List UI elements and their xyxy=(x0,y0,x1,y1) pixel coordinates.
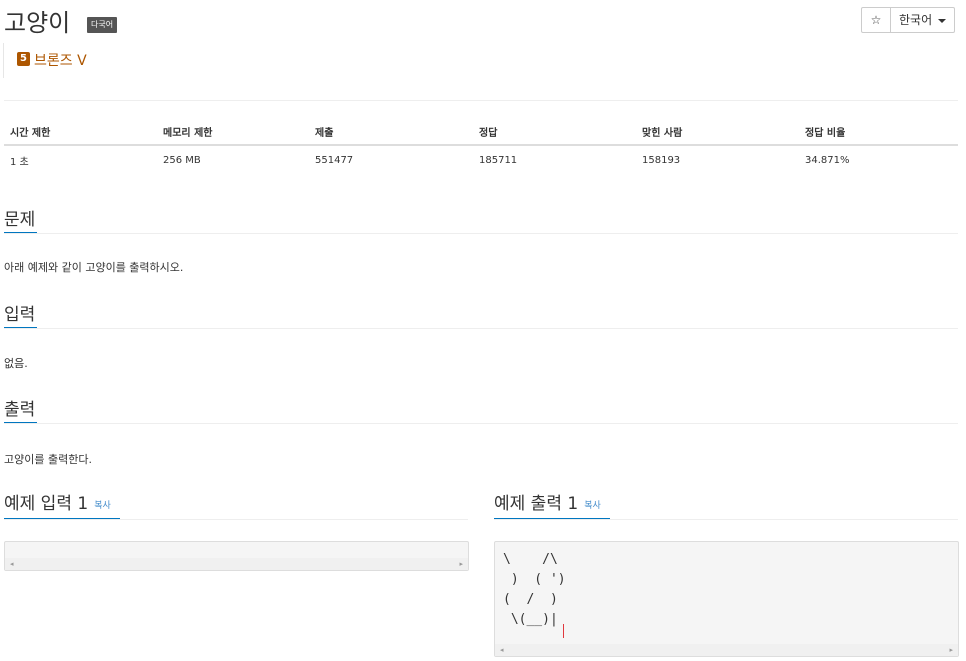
language-label: 한국어 xyxy=(899,13,933,27)
header-divider xyxy=(4,100,958,101)
stats-header-accepted: 정답 xyxy=(473,118,636,146)
sample-output-box[interactable]: \ /\ ) ( ') ( / ) \(__)| ◂ ▸ xyxy=(494,541,959,657)
toolbar-button-group: ☆ 한국어 xyxy=(861,7,956,33)
sample-output-scrollbar[interactable]: ◂ ▸ xyxy=(495,644,958,656)
sample-output-content: \ /\ ) ( ') ( / ) \(__)| xyxy=(503,552,566,627)
input-heading: 입력 xyxy=(4,305,36,325)
star-button[interactable]: ☆ xyxy=(861,7,891,33)
scroll-right-icon[interactable]: ▸ xyxy=(459,558,463,570)
language-dropdown[interactable]: 한국어 xyxy=(891,7,956,33)
text-cursor xyxy=(563,624,564,638)
stats-value-row: 1 초 256 MB 551477 185711 158193 34.871% xyxy=(4,145,958,174)
output-heading: 출력 xyxy=(4,400,36,420)
sample-input-box[interactable]: ◂ ▸ xyxy=(4,541,469,571)
sample-input-copy-button[interactable]: 복사 xyxy=(94,501,111,511)
stats-header-submissions: 제출 xyxy=(309,118,473,146)
tier-label[interactable]: 브론즈 V xyxy=(34,50,87,70)
sample-output-rule xyxy=(494,519,958,520)
bronze-tier-icon: 5 xyxy=(17,52,30,66)
sample-output-copy-button[interactable]: 복사 xyxy=(584,501,601,511)
input-text: 없음. xyxy=(4,357,28,370)
sample-input-header: 예제 입력 1 복사 xyxy=(4,489,111,514)
scroll-left-icon[interactable]: ◂ xyxy=(500,644,504,656)
sample-output-header: 예제 출력 1 복사 xyxy=(494,489,601,514)
sample-output-title: 예제 출력 1 xyxy=(494,494,579,514)
stats-header-memory-limit: 메모리 제한 xyxy=(157,118,309,146)
output-text: 고양이를 출력한다. xyxy=(4,453,92,466)
stats-accepted: 185711 xyxy=(479,154,518,166)
output-rule xyxy=(4,423,958,424)
tier-container xyxy=(3,43,4,78)
input-rule xyxy=(4,328,958,329)
stats-header-accept-rate: 정답 비율 xyxy=(799,118,958,146)
stats-header-solved-users: 맞힌 사람 xyxy=(636,118,799,146)
description-heading: 문제 xyxy=(4,210,36,230)
description-text: 아래 예제와 같이 고양이를 출력하시오. xyxy=(4,261,184,274)
stats-submissions[interactable]: 551477 xyxy=(309,145,473,174)
star-icon: ☆ xyxy=(870,13,882,27)
sample-output-pre-wrap: \ /\ ) ( ') ( / ) \(__)| xyxy=(503,550,566,630)
sample-input-title: 예제 입력 1 xyxy=(4,494,89,514)
stats-accept-rate: 34.871% xyxy=(805,154,850,166)
stats-memory-limit: 256 MB xyxy=(163,154,201,166)
caret-down-icon xyxy=(938,18,947,23)
scroll-left-icon[interactable]: ◂ xyxy=(10,558,14,570)
scroll-right-icon[interactable]: ▸ xyxy=(949,644,953,656)
multilang-badge[interactable]: 다국어 xyxy=(87,17,118,33)
sample-input-rule xyxy=(4,519,468,520)
description-rule xyxy=(4,233,958,234)
problem-stats-table: 시간 제한 메모리 제한 제출 정답 맞힌 사람 정답 비율 1 초 256 M… xyxy=(4,118,958,174)
stats-header-time-limit: 시간 제한 xyxy=(4,118,157,146)
stats-header-row: 시간 제한 메모리 제한 제출 정답 맞힌 사람 정답 비율 xyxy=(4,118,958,146)
stats-solved-users: 158193 xyxy=(642,154,681,166)
problem-title: 고양이 xyxy=(4,9,71,37)
sample-input-scrollbar[interactable]: ◂ ▸ xyxy=(5,558,468,570)
stats-time-limit: 1 초 xyxy=(10,156,29,168)
